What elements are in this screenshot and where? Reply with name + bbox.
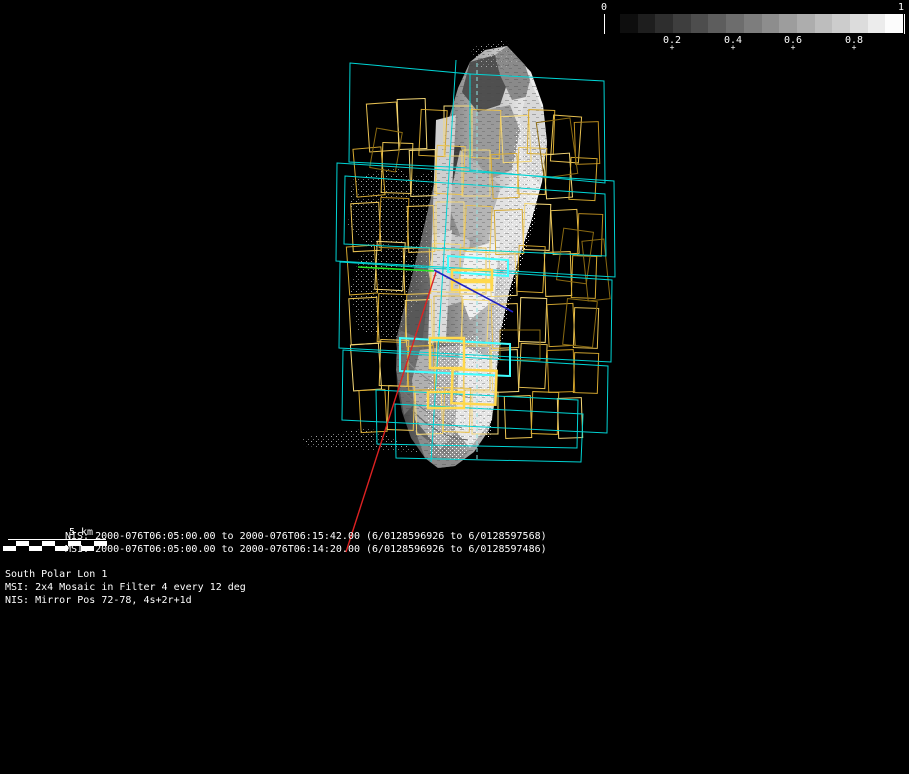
colorbar-step [620, 14, 638, 33]
colorbar-step [850, 14, 868, 33]
colorbar-right-endline [904, 14, 905, 34]
colorbar-max-label: 1 [898, 2, 904, 14]
scalebar-checker-cell [16, 546, 29, 551]
msi-footprint [551, 209, 579, 254]
colorbar-step [868, 14, 886, 33]
msi-footprint [519, 343, 547, 388]
colorbar-step [779, 14, 797, 33]
colorbar-tick-mark: + [852, 43, 857, 52]
msi-status-label: MSI: [65, 544, 89, 555]
msi-status-line: MSI: 2000-076T06:05:00.00 to 2000-076T06:… [65, 544, 547, 556]
scalebar-checker-cell [42, 546, 55, 551]
colorbar-step [744, 14, 762, 33]
msi-footprint [359, 389, 387, 432]
msi-footprint [500, 330, 540, 360]
colorbar-step [638, 14, 656, 33]
colorbar-step [762, 14, 780, 33]
colorbar: 0 1 0.2 0.4 0.6 0.8 ++++ [0, 0, 909, 55]
msi-footprint [547, 303, 575, 346]
msi-footprint [397, 99, 427, 150]
colorbar-step [655, 14, 673, 33]
colorbar-step [708, 14, 726, 33]
colorbar-step [815, 14, 833, 33]
colorbar-tick-mark: + [731, 43, 736, 52]
colorbar-left-endline [604, 14, 605, 34]
nis-status-text: 2000-076T06:05:00.00 to 2000-076T06:15:4… [95, 531, 547, 542]
sequence-title: South Polar Lon 1 [5, 569, 107, 581]
msi-footprint [577, 214, 602, 257]
colorbar-step [726, 14, 744, 33]
scene-3d-view[interactable] [0, 0, 909, 774]
msi-footprint [573, 353, 598, 394]
colorbar-step [797, 14, 815, 33]
scalebar-checker-cell [29, 546, 42, 551]
msi-footprint [557, 398, 582, 439]
colorbar-gradient-bar [620, 14, 903, 33]
msi-footprint [547, 350, 574, 393]
nis-status-line: NIS: 2000-076T06:05:00.00 to 2000-076T06:… [65, 531, 547, 543]
colorbar-step [691, 14, 709, 33]
msi-footprint [519, 298, 547, 343]
asteroid-speckle [300, 428, 420, 452]
colorbar-step [832, 14, 850, 33]
msi-status-text: 2000-076T06:05:00.00 to 2000-076T06:14:2… [95, 544, 547, 555]
app-canvas: 0 1 0.2 0.4 0.6 0.8 ++++ 5 km NIS:2000-0… [0, 0, 909, 774]
nis-description: NIS: Mirror Pos 72-78, 4s+2r+1d [5, 595, 192, 607]
msi-footprint [504, 396, 531, 439]
msi-footprint [563, 299, 598, 348]
scalebar-checker-cell [3, 546, 16, 551]
colorbar-tick-mark: + [791, 43, 796, 52]
colorbar-min-label: 0 [601, 2, 607, 14]
colorbar-step [673, 14, 691, 33]
msi-description: MSI: 2x4 Mosaic in Filter 4 every 12 deg [5, 582, 246, 594]
colorbar-step [885, 14, 903, 33]
nis-status-label: NIS: [65, 531, 89, 542]
colorbar-tick-mark: + [670, 43, 675, 52]
